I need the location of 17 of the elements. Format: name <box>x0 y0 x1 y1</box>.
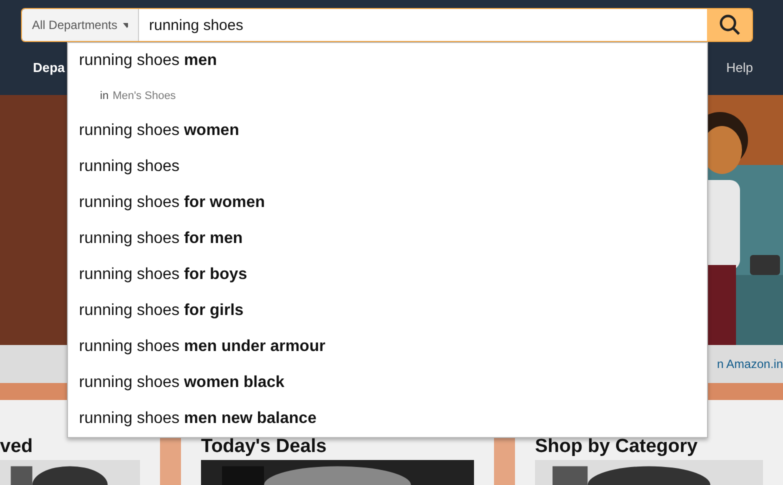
suggestion-item[interactable]: running shoes for girls <box>68 293 707 329</box>
card-title: Today's Deals <box>201 436 328 458</box>
nav-link[interactable]: Depa <box>33 60 65 74</box>
amazon-link[interactable]: n Amazon.in <box>716 357 783 371</box>
help-link[interactable]: Help <box>726 60 753 74</box>
suggestion-item[interactable]: running shoes women black <box>68 365 707 401</box>
suggestion-item[interactable]: running shoes men new balance <box>68 401 707 437</box>
suggestion-item[interactable]: running shoes for men <box>68 221 707 257</box>
suggestion-item[interactable]: running shoes <box>68 149 707 185</box>
card-title: ved <box>0 436 34 458</box>
suggestion-item[interactable]: running shoes men <box>68 43 707 79</box>
suggestion-item[interactable]: running shoes men under armour <box>68 329 707 365</box>
suggestion-item[interactable]: running shoes for women <box>68 185 707 221</box>
suggestion-item[interactable]: running shoes for boys <box>68 257 707 293</box>
card-title: Shop by Category <box>535 436 699 458</box>
department-suggestion[interactable]: in Men's Shoes <box>68 79 707 113</box>
suggestion-item[interactable]: running shoes women <box>68 113 707 149</box>
